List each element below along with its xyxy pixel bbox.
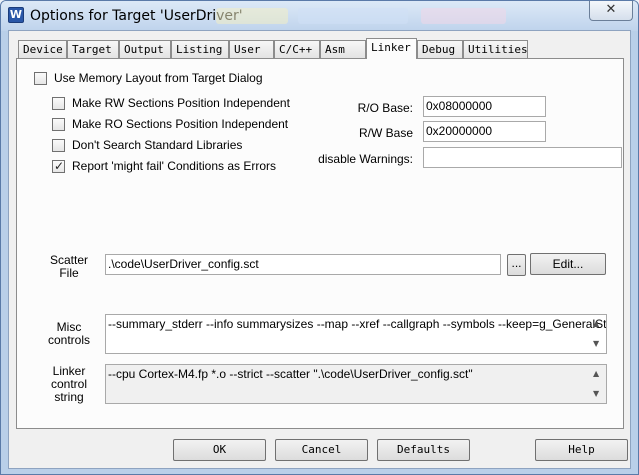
tab-user[interactable]: User <box>229 40 274 58</box>
cancel-button[interactable]: Cancel <box>275 439 368 461</box>
ro-base-label: R/O Base: <box>357 101 413 115</box>
browse-button[interactable]: ... <box>507 254 526 276</box>
linker-control-string-text: --cpu Cortex-M4.fp *.o --strict --scatte… <box>108 367 473 381</box>
check-mark-icon: ✓ <box>54 159 65 173</box>
dialog-client: Device Target Output Listing User C/C++ … <box>8 30 631 469</box>
checkbox-label: Make RO Sections Position Independent <box>72 117 289 131</box>
use-memory-layout-checkbox[interactable]: Use Memory Layout from Target Dialog <box>34 72 263 87</box>
title-bar: W Options for Target 'UserDriver' ✕ <box>1 1 638 31</box>
help-button[interactable]: Help <box>535 439 628 461</box>
tab-debug[interactable]: Debug <box>417 40 463 58</box>
linker-control-string-textarea[interactable]: --cpu Cortex-M4.fp *.o --strict --scatte… <box>105 364 607 404</box>
checkbox-label: Use Memory Layout from Target Dialog <box>54 71 263 85</box>
tab-linker[interactable]: Linker <box>366 38 417 59</box>
tab-output[interactable]: Output <box>119 40 171 58</box>
rw-base-label: R/W Base <box>358 126 413 140</box>
scatter-file-label: Scatter File <box>49 253 88 280</box>
ok-button[interactable]: OK <box>173 439 266 461</box>
scroll-up-icon[interactable]: ▲ <box>593 367 599 381</box>
tab-asm[interactable]: Asm <box>320 40 366 58</box>
checkbox-box <box>34 72 47 85</box>
checkbox-label: Report 'might fail' Conditions as Errors <box>72 159 276 173</box>
edit-button[interactable]: Edit... <box>530 253 606 275</box>
tab-listing[interactable]: Listing <box>171 40 229 58</box>
linker-tab-page: Use Memory Layout from Target Dialog Mak… <box>16 58 624 429</box>
misc-controls-label: Misc controls <box>47 320 91 347</box>
rw-base-input[interactable]: 0x20000000 <box>423 121 546 142</box>
scroll-down-icon[interactable]: ▼ <box>593 337 599 351</box>
checkbox-box: ✓ <box>52 159 65 173</box>
ro-base-input[interactable]: 0x08000000 <box>423 96 546 117</box>
misc-controls-textarea[interactable]: --summary_stderr --info summarysizes --m… <box>105 314 607 354</box>
disable-warnings-label: disable Warnings: <box>318 152 413 166</box>
scatter-file-input[interactable]: .\code\UserDriver_config.sct <box>105 254 501 275</box>
scroll-up-icon[interactable]: ▲ <box>593 317 599 331</box>
linker-control-string-label: Linker control string <box>50 364 88 404</box>
scrollbar[interactable]: ▲ ▼ <box>590 315 606 353</box>
tab-utilities[interactable]: Utilities <box>463 40 528 58</box>
app-icon: W <box>8 7 24 23</box>
checkbox-box <box>52 97 65 110</box>
ro-position-independent-checkbox[interactable]: Make RO Sections Position Independent <box>52 118 288 133</box>
checkbox-box <box>52 118 65 131</box>
checkbox-label: Don't Search Standard Libraries <box>72 138 243 152</box>
checkbox-box <box>52 139 65 152</box>
tab-c-cpp[interactable]: C/C++ <box>274 40 320 58</box>
tab-device[interactable]: Device <box>18 40 67 58</box>
rw-position-independent-checkbox[interactable]: Make RW Sections Position Independent <box>52 97 290 112</box>
scrollbar[interactable]: ▲ ▼ <box>590 365 606 403</box>
disable-warnings-input[interactable] <box>423 147 622 168</box>
might-fail-as-errors-checkbox[interactable]: ✓ Report 'might fail' Conditions as Error… <box>52 159 276 175</box>
close-button[interactable]: ✕ <box>589 1 633 21</box>
scroll-down-icon[interactable]: ▼ <box>593 387 599 401</box>
defaults-button[interactable]: Defaults <box>377 439 470 461</box>
options-dialog: W Options for Target 'UserDriver' ✕ Devi… <box>0 0 639 475</box>
no-standard-libraries-checkbox[interactable]: Don't Search Standard Libraries <box>52 139 242 154</box>
misc-controls-text: --summary_stderr --info summarysizes --m… <box>108 317 607 331</box>
checkbox-label: Make RW Sections Position Independent <box>72 96 290 110</box>
window-title: Options for Target 'UserDriver' <box>30 8 243 24</box>
tab-target[interactable]: Target <box>67 40 119 58</box>
